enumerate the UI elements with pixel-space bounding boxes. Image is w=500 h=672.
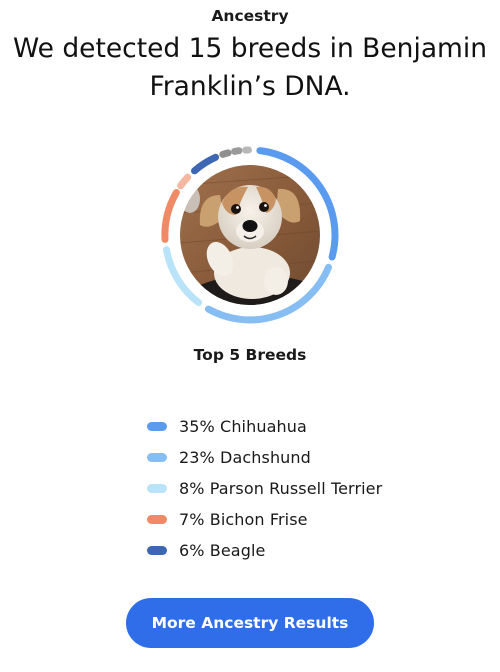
top-breeds-title: Top 5 Breeds — [193, 346, 307, 364]
ring-segment-other-1 — [219, 149, 232, 158]
legend-label: 8% Parson Russell Terrier — [179, 479, 383, 498]
page-title: We detected 15 breeds in Benjamin Frankl… — [12, 33, 488, 102]
ancestry-card: Ancestry We detected 15 breeds in Benjam… — [0, 0, 500, 672]
legend-item: 23% Dachshund — [147, 442, 382, 473]
legend-swatch — [147, 484, 167, 493]
legend-item: 7% Bichon Frise — [147, 504, 382, 535]
ring-segment-bichon-frise — [161, 189, 180, 243]
legend-label: 7% Bichon Frise — [179, 510, 308, 529]
legend-item: 35% Chihuahua — [147, 411, 382, 442]
legend-swatch — [147, 453, 167, 462]
legend-item: 8% Parson Russell Terrier — [147, 473, 382, 504]
more-ancestry-results-button[interactable]: More Ancestry Results — [126, 598, 374, 648]
legend-label: 6% Beagle — [179, 541, 266, 560]
legend-swatch — [147, 546, 167, 555]
breed-legend: 35% Chihuahua 23% Dachshund 8% Parson Ru… — [147, 411, 382, 566]
breed-ring-chart — [156, 141, 344, 329]
dog-photo — [180, 165, 320, 305]
ring-segment-other-2 — [231, 147, 243, 155]
section-label: Ancestry — [211, 7, 289, 25]
legend-label: 35% Chihuahua — [179, 417, 307, 436]
legend-label: 23% Dachshund — [179, 448, 311, 467]
legend-item: 6% Beagle — [147, 535, 382, 566]
legend-swatch — [147, 422, 167, 431]
legend-swatch — [147, 515, 167, 524]
